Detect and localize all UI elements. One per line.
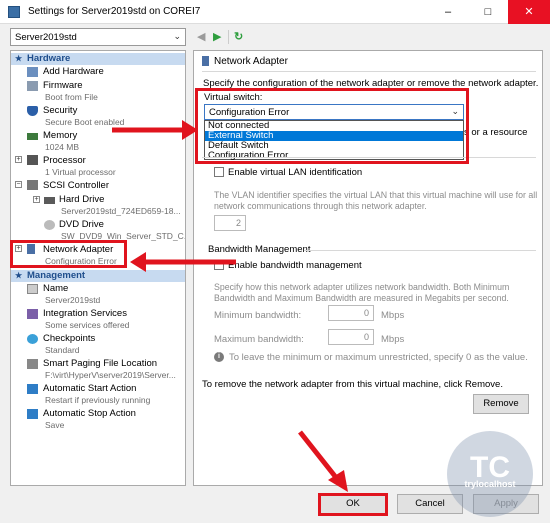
sidebar-item-smart-paging[interactable]: Smart Paging File Location [43,358,157,369]
highlight-ok-button [318,493,388,516]
vlan-description-1: The VLAN identifier specifies the virtua… [214,190,538,200]
panel-title: Network Adapter [214,56,288,67]
sidebar-item-integration-services[interactable]: Integration Services [43,308,127,319]
vm-select-value: Server2019std [15,32,77,43]
back-icon[interactable]: ◀ [197,30,205,43]
checkpoints-sub: Standard [45,345,80,355]
close-button[interactable]: ✕ [508,0,550,24]
sidebar-item-firmware[interactable]: Firmware [43,80,83,91]
sidebar-item-checkpoints[interactable]: Checkpoints [43,333,95,344]
toolbar-divider [228,30,229,44]
vm-select[interactable]: Server2019std ⌄ [10,28,186,46]
sidebar-item-hard-drive[interactable]: Hard Drive [59,194,104,205]
pointer-arrow-icon [298,430,348,492]
auto-stop-sub: Save [45,420,65,430]
max-bandwidth-input[interactable]: 0 [328,329,374,345]
integration-services-icon [27,309,38,319]
sidebar-item-add-hardware[interactable]: Add Hardware [43,66,104,77]
integration-sub: Some services offered [45,320,130,330]
sidebar-item-scsi-controller[interactable]: SCSI Controller [43,180,109,191]
management-label: Management [27,270,86,281]
vlan-id-input[interactable]: 2 [214,215,246,231]
dvd-icon [44,220,55,230]
hard-drive-icon [44,197,55,204]
info-icon: i [214,352,224,362]
sidebar-item-memory[interactable]: Memory [43,130,77,141]
title-divider [202,71,536,72]
hard-drive-sub: Server2019std_724ED659-18... [61,206,181,216]
collapse-icon[interactable]: − [15,181,22,188]
max-bandwidth-label: Maximum bandwidth: [214,334,304,345]
hardware-label: Hardware [27,53,71,64]
bandwidth-group-border [304,250,536,251]
vlan-description-2: network communications through this netw… [214,201,427,211]
checkpoints-icon [27,334,38,344]
memory-icon [27,133,38,140]
expand-icon[interactable]: + [15,156,22,163]
name-icon [27,284,38,294]
min-bandwidth-input[interactable]: 0 [328,305,374,321]
expand-icon[interactable]: + [33,196,40,203]
processor-sub: 1 Virtual processor [45,167,116,177]
settings-app-icon [8,6,20,18]
min-bandwidth-label: Minimum bandwidth: [214,310,302,321]
firmware-icon [27,81,38,91]
remove-description: To remove the network adapter from this … [202,379,503,390]
vlan-checkbox[interactable] [214,167,224,177]
stop-action-icon [27,409,38,419]
highlight-virtual-switch [195,88,469,164]
bandwidth-info-text: To leave the minimum or maximum unrestri… [229,352,528,363]
remove-button[interactable]: Remove [473,394,529,414]
sidebar-item-auto-stop[interactable]: Automatic Stop Action [43,408,136,419]
sidebar-item-processor[interactable]: Processor [43,155,86,166]
collapse-icon[interactable]: ★ [15,270,22,282]
bandwidth-checkbox-label[interactable]: Enable bandwidth management [228,260,362,271]
processor-icon [27,155,38,165]
pointer-arrow-icon [130,252,236,272]
add-hardware-icon [27,67,38,77]
hardware-section-header[interactable]: ★ Hardware [11,53,185,65]
min-bandwidth-unit: Mbps [381,310,405,321]
collapse-icon[interactable]: ★ [15,53,22,65]
sidebar-item-auto-start[interactable]: Automatic Start Action [43,383,136,394]
title-bar: Settings for Server2019std on COREI7 – □… [0,0,550,24]
chevron-down-icon: ⌄ [173,31,181,41]
watermark-subtext: trylocalhost [464,479,516,489]
max-bandwidth-unit: Mbps [381,334,405,345]
minimize-button[interactable]: – [428,0,468,24]
network-adapter-icon [202,56,209,66]
forward-icon[interactable]: ▶ [213,30,221,43]
watermark-logo: TC trylocalhost [447,431,533,517]
firmware-sub: Boot from File [45,92,98,102]
bandwidth-description-2: Bandwidth and Maximum Bandwidth are meas… [214,293,509,303]
name-sub: Server2019std [45,295,101,305]
smart-paging-sub: F:\virt\HyperV\server2019\Server... [45,370,176,380]
obscured-text: s or a resource [464,127,528,138]
maximize-button[interactable]: □ [468,0,508,24]
paging-file-icon [27,359,38,369]
shield-icon [27,106,38,116]
refresh-icon[interactable]: ↻ [234,30,243,43]
highlight-network-adapter [10,240,127,268]
window-title: Settings for Server2019std on COREI7 [28,6,201,17]
auto-start-sub: Restart if previously running [45,395,151,405]
scsi-controller-icon [27,180,38,190]
memory-sub: 1024 MB [45,142,80,152]
sidebar-item-dvd-drive[interactable]: DVD Drive [59,219,104,230]
sidebar-item-name[interactable]: Name [43,283,68,294]
pointer-arrow-icon [112,120,198,140]
bandwidth-description-1: Specify how this network adapter utilize… [214,282,510,292]
vlan-checkbox-label[interactable]: Enable virtual LAN identification [228,167,362,178]
sidebar-item-security[interactable]: Security [43,105,77,116]
start-action-icon [27,384,38,394]
